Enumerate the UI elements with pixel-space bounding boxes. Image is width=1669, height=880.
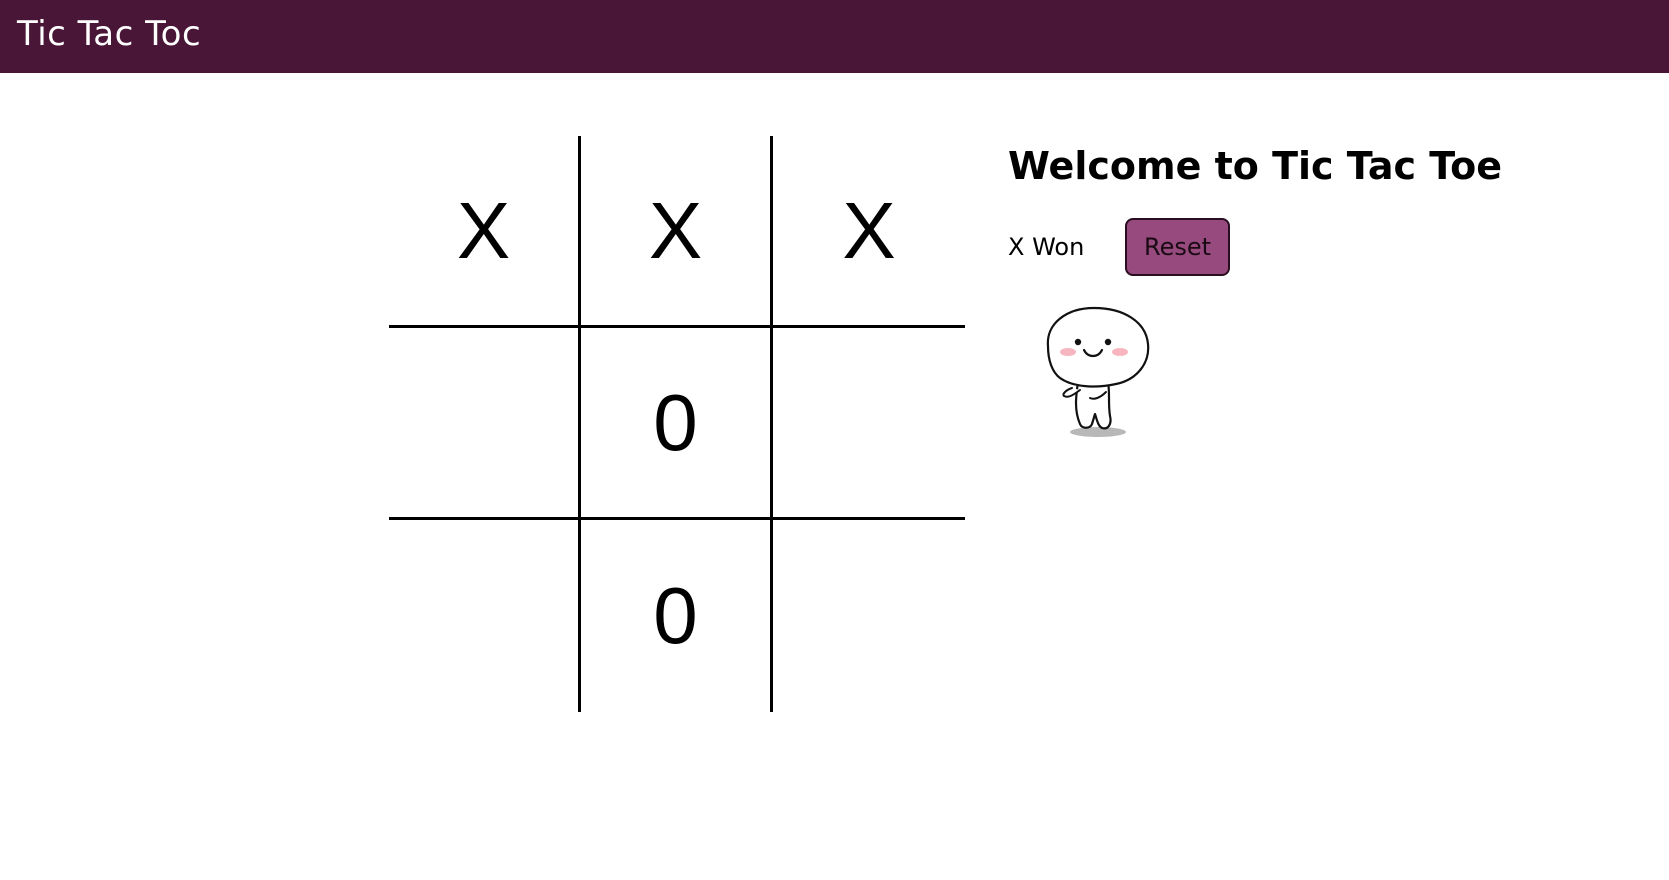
smiling-cartoon-character-icon — [1040, 304, 1170, 440]
reset-button[interactable]: Reset — [1125, 218, 1230, 276]
board-cell[interactable]: 0 — [581, 520, 773, 712]
navbar: Tic Tac Toc — [0, 0, 1669, 73]
board-cell[interactable] — [773, 520, 965, 712]
app-title: Tic Tac Toc — [17, 14, 202, 54]
board-cell[interactable]: X — [581, 136, 773, 328]
game-board: X X X 0 0 — [389, 136, 965, 712]
status-row: X Won Reset — [1008, 218, 1230, 276]
board-cell[interactable] — [389, 328, 581, 520]
board-cell[interactable]: X — [389, 136, 581, 328]
welcome-heading: Welcome to Tic Tac Toe — [1008, 144, 1502, 188]
board-cell[interactable] — [773, 328, 965, 520]
board-cell[interactable] — [389, 520, 581, 712]
game-status: X Won — [1008, 233, 1085, 261]
info-panel: Welcome to Tic Tac Toe X Won Reset — [1008, 138, 1502, 276]
board-cell[interactable]: X — [773, 136, 965, 328]
board-cell[interactable]: 0 — [581, 328, 773, 520]
